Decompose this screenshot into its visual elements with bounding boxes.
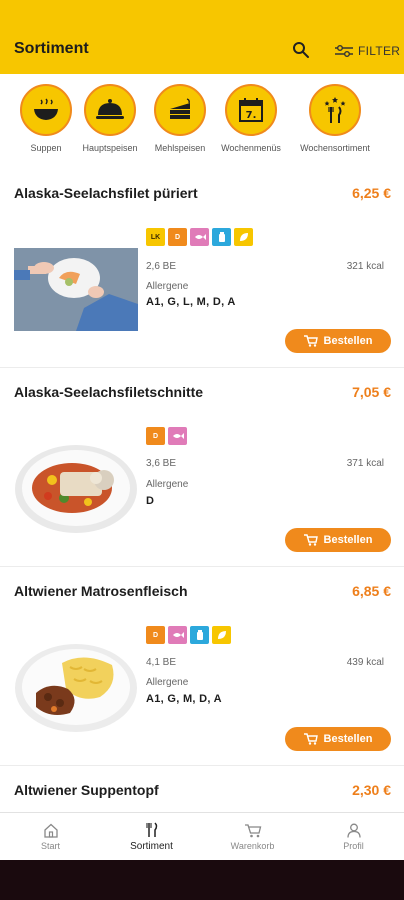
allergen-label: Allergene <box>146 281 189 292</box>
page-title: Sortiment <box>14 40 89 57</box>
category-label: Hauptspeisen <box>82 143 138 153</box>
order-label: Bestellen <box>323 335 373 347</box>
cloche-icon <box>84 84 136 136</box>
allergen-codes: D <box>146 495 155 507</box>
divider <box>0 367 404 368</box>
divider <box>0 566 404 567</box>
cart-icon <box>303 335 318 347</box>
order-button[interactable]: Bestellen <box>285 528 391 552</box>
calories: 371 kcal <box>346 458 384 469</box>
fish-badge-icon <box>190 228 209 246</box>
order-button[interactable]: Bestellen <box>285 727 391 751</box>
salt-shaker-badge-icon <box>190 626 209 644</box>
product-card[interactable]: Altwiener Matrosenfleisch 6,85 € D 4,1 B… <box>0 583 404 763</box>
leaf-badge-icon <box>212 626 231 644</box>
filter-sliders-icon <box>335 45 353 57</box>
system-navigation-bar <box>0 860 404 900</box>
fish-badge-icon <box>168 626 187 644</box>
badge-d: D <box>168 228 187 246</box>
product-image <box>14 248 138 331</box>
cart-icon <box>244 823 261 837</box>
tab-label: Warenkorb <box>230 840 275 851</box>
bread-units: 3,6 BE <box>146 458 177 469</box>
tab-sortiment[interactable]: Sortiment <box>101 813 202 860</box>
product-card[interactable]: Alaska-Seelachsfiletschnitte 7,05 € D 3,… <box>0 384 404 564</box>
category-suppen[interactable]: Suppen <box>9 84 83 153</box>
category-label: Wochenmenüs <box>221 143 281 153</box>
tab-label: Sortiment <box>130 840 173 852</box>
product-price: 7,05 € <box>352 384 391 400</box>
product-name: Altwiener Suppentopf <box>14 782 159 798</box>
product-name: Altwiener Matrosenfleisch <box>14 583 188 599</box>
product-image <box>14 442 138 534</box>
filter-label: FILTER <box>358 44 401 58</box>
category-label: Mehlspeisen <box>154 143 206 153</box>
bottom-tab-bar: Start Sortiment Warenkorb Profil <box>0 812 404 860</box>
bread-units: 2,6 BE <box>146 261 177 272</box>
cutlery-icon <box>145 821 157 837</box>
salt-shaker-badge-icon <box>212 228 231 246</box>
tab-profil[interactable]: Profil <box>303 813 404 860</box>
tab-label: Start <box>40 840 60 851</box>
badge-d: D <box>146 626 165 644</box>
product-price: 6,25 € <box>352 185 391 201</box>
calories: 321 kcal <box>346 261 384 272</box>
product-price: 6,85 € <box>352 583 391 599</box>
svg-text:7.: 7. <box>246 110 257 121</box>
tab-start[interactable]: Start <box>0 813 101 860</box>
home-icon <box>43 823 58 838</box>
category-bar: Suppen Hauptspeisen Mehlspeisen 7. Woche… <box>0 84 404 172</box>
fish-badge-icon <box>168 427 187 445</box>
person-icon <box>346 823 361 838</box>
tab-label: Profil <box>343 840 364 851</box>
category-wochensortiment[interactable]: Wochensortiment <box>298 84 372 153</box>
divider <box>0 765 404 766</box>
calories: 439 kcal <box>346 657 384 668</box>
category-wochenmenues[interactable]: 7. Wochenmenüs <box>214 84 288 153</box>
category-label: Wochensortiment <box>300 143 370 153</box>
product-image <box>14 641 138 733</box>
leaf-badge-icon <box>234 228 253 246</box>
category-label: Suppen <box>30 143 62 153</box>
badge-row: D <box>146 626 231 644</box>
cart-icon <box>303 534 318 546</box>
allergen-codes: A1, G, M, D, A <box>146 693 222 705</box>
badge-d: D <box>146 427 165 445</box>
category-mehlspeisen[interactable]: Mehlspeisen <box>143 84 217 153</box>
soup-bowl-icon <box>20 84 72 136</box>
allergen-label: Allergene <box>146 677 189 688</box>
order-label: Bestellen <box>323 733 373 745</box>
product-name: Alaska-Seelachsfilet püriert <box>14 185 198 201</box>
order-label: Bestellen <box>323 534 373 546</box>
product-card[interactable]: Alaska-Seelachsfilet püriert 6,25 € LK D… <box>0 185 404 365</box>
product-card[interactable]: Altwiener Suppentopf 2,30 € <box>0 782 404 810</box>
order-button[interactable]: Bestellen <box>285 329 391 353</box>
product-price: 2,30 € <box>352 782 391 798</box>
search-icon[interactable] <box>292 41 310 59</box>
calendar-icon: 7. <box>225 84 277 136</box>
bread-units: 4,1 BE <box>146 657 177 668</box>
category-hauptspeisen[interactable]: Hauptspeisen <box>73 84 147 153</box>
badge-lk: LK <box>146 228 165 246</box>
allergen-codes: A1, G, L, M, D, A <box>146 296 236 308</box>
cutlery-stars-icon <box>309 84 361 136</box>
tab-warenkorb[interactable]: Warenkorb <box>202 813 303 860</box>
cart-icon <box>303 733 318 745</box>
product-name: Alaska-Seelachsfiletschnitte <box>14 384 204 400</box>
badge-row: LK D <box>146 228 253 246</box>
badge-row: D <box>146 427 187 445</box>
filter-button[interactable]: FILTER <box>334 42 400 60</box>
allergen-label: Allergene <box>146 479 189 490</box>
cake-slice-icon <box>154 84 206 136</box>
app-header: Sortiment FILTER <box>0 0 404 74</box>
